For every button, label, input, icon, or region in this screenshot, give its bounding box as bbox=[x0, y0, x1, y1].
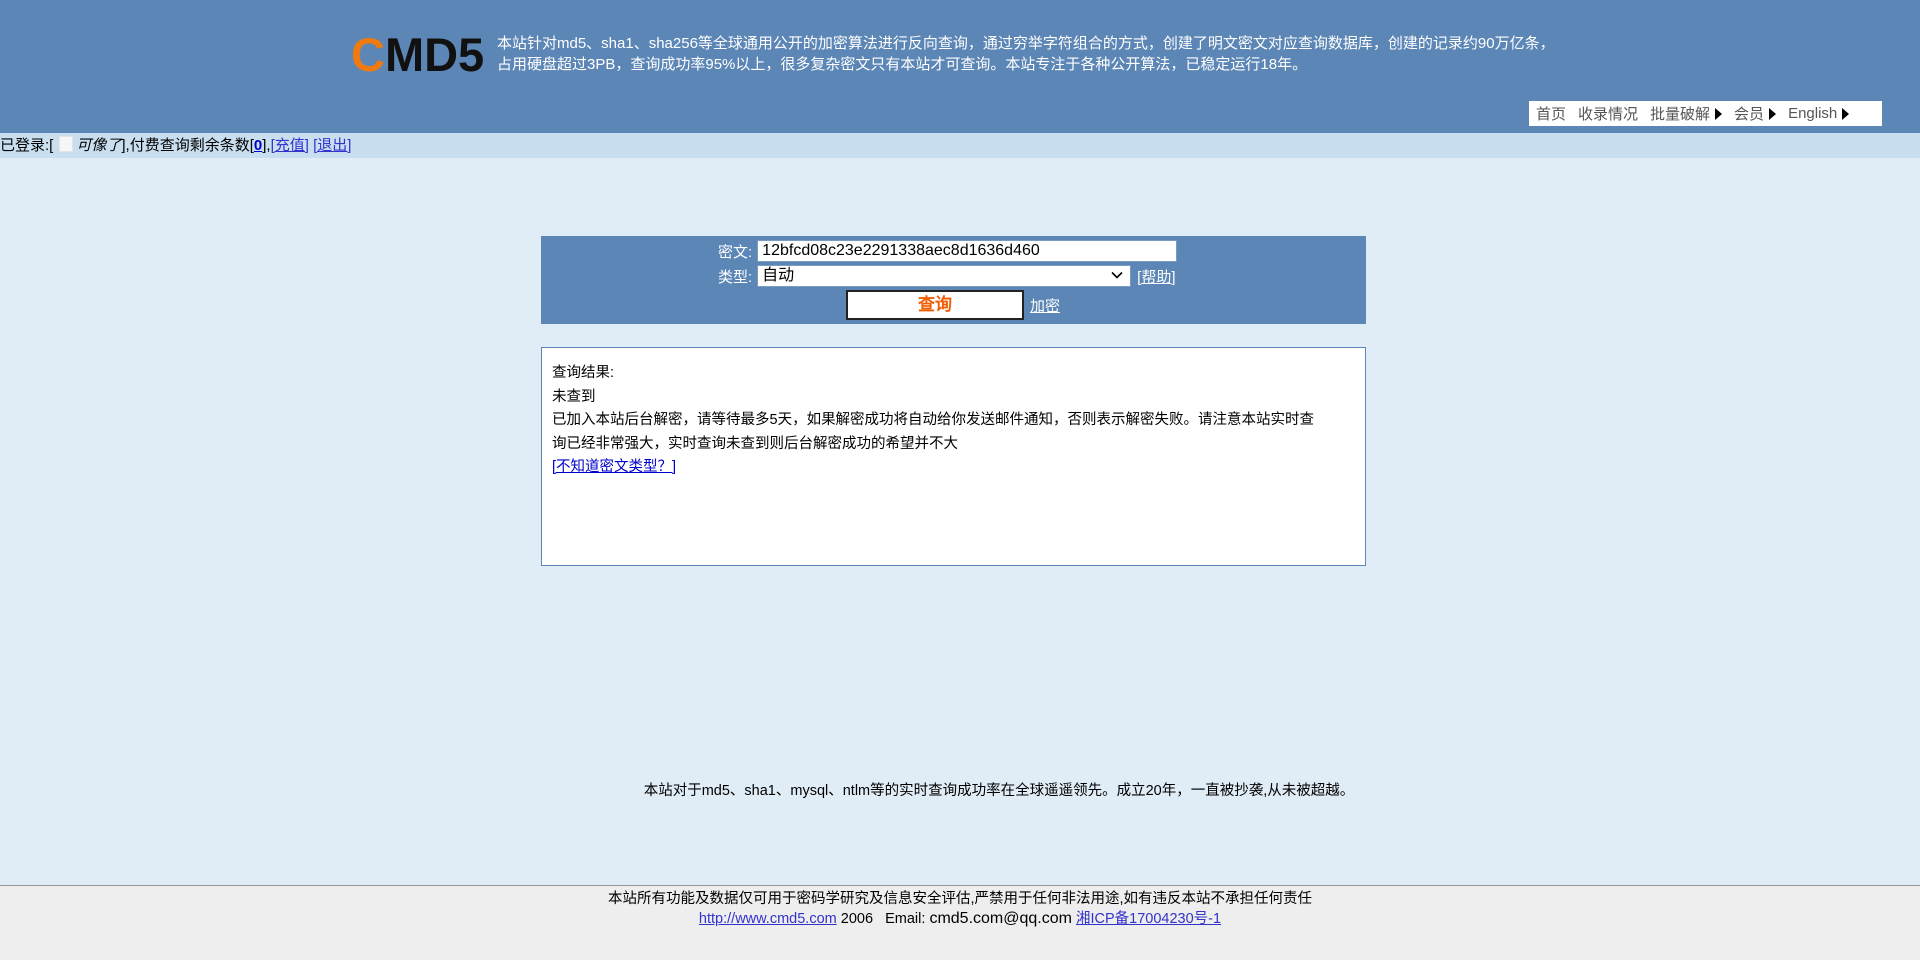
nav-member-label: 会员 bbox=[1734, 106, 1765, 123]
slogan-text: 本站对于md5、sha1、mysql、ntlm等的实时查询成功率在全球遥遥领先。… bbox=[643, 783, 1355, 799]
caret-right-icon bbox=[1769, 107, 1777, 120]
caret-right-icon bbox=[1715, 107, 1723, 120]
nav-batch-crack-label: 批量破解 bbox=[1650, 106, 1711, 123]
query-panel: 密文: 类型: 自动 [帮助] 查询 加密 bbox=[541, 236, 1366, 324]
nav-coverage[interactable]: 收录情况 bbox=[1578, 103, 1638, 124]
site-logo[interactable]: CMD5 bbox=[351, 30, 484, 80]
caret-right-icon bbox=[1842, 107, 1850, 120]
result-title: 查询结果: bbox=[552, 365, 615, 381]
user-avatar-icon bbox=[59, 136, 74, 152]
result-status: 未查到 bbox=[552, 388, 596, 405]
logout-link[interactable]: [退出] bbox=[313, 137, 351, 154]
logo-letters-md5: MD5 bbox=[384, 28, 485, 81]
footer-disclaimer: 本站所有功能及数据仅可用于密码学研究及信息安全评估,严禁用于任何非法用途,如有违… bbox=[607, 891, 1313, 907]
result-message-line: 询已经非常强大，实时查询未查到则后台解密成功的希望并不大 bbox=[552, 435, 958, 452]
query-button[interactable]: 查询 bbox=[846, 290, 1024, 320]
type-select-value: 自动 bbox=[762, 267, 795, 284]
header: CMD5 本站针对md5、sha1、sha256等全球通用公开的加密算法进行反向… bbox=[0, 0, 1920, 133]
nav-english[interactable]: English bbox=[1788, 105, 1850, 122]
nav-home[interactable]: 首页 bbox=[1536, 103, 1566, 124]
site-intro: 本站针对md5、sha1、sha256等全球通用公开的加密算法进行反向查询，通过… bbox=[497, 33, 1577, 75]
slogan: 本站对于md5、sha1、mysql、ntlm等的实时查询成功率在全球遥遥领先。… bbox=[0, 779, 1920, 800]
login-remaining-suffix: ], bbox=[262, 137, 271, 154]
cipher-label: 密文: bbox=[718, 243, 753, 261]
help-link-wrap: [帮助] bbox=[1137, 266, 1175, 287]
email-label: Email: bbox=[885, 911, 926, 927]
submit-row: 查询 加密 bbox=[846, 290, 1060, 320]
nav-coverage-label: 收录情况 bbox=[1578, 106, 1639, 123]
nav-english-label: English bbox=[1788, 105, 1838, 122]
type-select[interactable]: 自动 bbox=[757, 265, 1132, 287]
footer-year: 2006 bbox=[840, 911, 874, 927]
email-address: cmd5.com@qq.com bbox=[929, 910, 1072, 927]
type-row: 类型: 自动 [帮助] bbox=[718, 265, 1176, 287]
login-username: 可像了 bbox=[76, 137, 122, 154]
footer-info: http://www.cmd5.com 2006 Email: cmd5.com… bbox=[0, 909, 1920, 929]
cipher-input[interactable] bbox=[757, 240, 1178, 262]
top-nav: 首页 收录情况 批量破解 会员 English bbox=[1529, 101, 1882, 126]
chevron-down-icon bbox=[1111, 271, 1123, 279]
site-intro-line: 本站针对md5、sha1、sha256等全球通用公开的加密算法进行反向查询，通过… bbox=[497, 35, 1555, 52]
nav-member[interactable]: 会员 bbox=[1734, 103, 1777, 124]
type-label: 类型: bbox=[718, 268, 753, 286]
recharge-link[interactable]: [充值] bbox=[271, 137, 309, 154]
nav-batch-crack[interactable]: 批量破解 bbox=[1650, 103, 1723, 124]
login-remaining-prefix: ],付费查询剩余条数[ bbox=[121, 137, 254, 154]
encrypt-link[interactable]: 加密 bbox=[1030, 295, 1060, 316]
result-message-line: 已加入本站后台解密，请等待最多5天，如果解密成功将自动给你发送邮件通知，否则表示… bbox=[552, 412, 1315, 428]
site-url-link[interactable]: http://www.cmd5.com bbox=[699, 911, 837, 927]
icp-link[interactable]: 湘ICP备17004230号-1 bbox=[1076, 911, 1221, 927]
nav-home-label: 首页 bbox=[1536, 106, 1567, 123]
unknown-cipher-type-link[interactable]: [不知道密文类型？] bbox=[552, 459, 676, 475]
site-intro-line: 占用硬盘超过3PB，查询成功率95%以上，很多复杂密文只有本站才可查询。本站专注… bbox=[497, 56, 1308, 73]
logo-letter-c: C bbox=[351, 28, 385, 81]
help-link[interactable]: [帮助] bbox=[1137, 269, 1175, 286]
result-box: 查询结果: 未查到 已加入本站后台解密，请等待最多5天，如果解密成功将自动给你发… bbox=[541, 347, 1366, 566]
remaining-queries-count[interactable]: 0 bbox=[254, 137, 262, 154]
footer: 本站所有功能及数据仅可用于密码学研究及信息安全评估,严禁用于任何非法用途,如有违… bbox=[0, 885, 1920, 960]
cipher-row: 密文: bbox=[718, 240, 1178, 262]
login-status-bar: 已登录:[ 可像了],付费查询剩余条数[0],[充值] [退出] bbox=[0, 133, 1920, 158]
login-prefix: 已登录:[ bbox=[0, 137, 54, 154]
